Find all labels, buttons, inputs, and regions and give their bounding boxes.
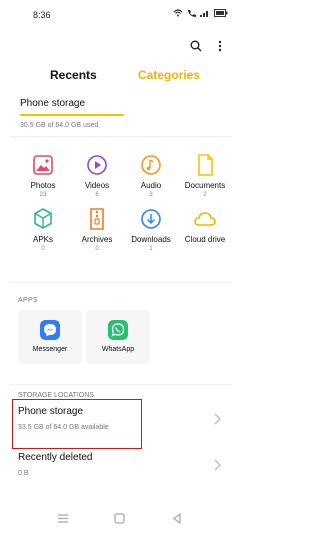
category-downloads[interactable]: Downloads 1 — [126, 206, 176, 252]
category-label: Videos — [84, 181, 110, 190]
location-subtitle: 0 B — [18, 470, 29, 477]
wifi-icon — [173, 9, 183, 17]
signal-icon — [200, 11, 208, 17]
app-label: WhatsApp — [101, 346, 135, 353]
cloud-icon — [194, 212, 216, 226]
archives-icon — [90, 208, 104, 230]
app-label: Messenger — [32, 346, 68, 353]
search-icon[interactable] — [190, 40, 202, 52]
apps-heading: APPS — [18, 297, 38, 304]
navigation-bar — [58, 512, 181, 525]
category-archives[interactable]: Archives 0 — [72, 206, 122, 252]
category-label: Archives — [81, 235, 113, 244]
category-count: 0 — [95, 246, 99, 252]
storage-usage-text: 30.5 GB of 64.0 GB used — [20, 122, 99, 129]
top-actions — [190, 40, 222, 52]
clock: 8:36 — [33, 10, 51, 20]
category-audio[interactable]: Audio 3 — [126, 152, 176, 198]
audio-icon — [141, 155, 161, 175]
documents-icon — [198, 154, 213, 176]
category-videos[interactable]: Videos 6 — [72, 152, 122, 198]
category-label: Audio — [140, 181, 162, 190]
more-options-icon[interactable] — [218, 40, 222, 52]
category-grid: Photos 23 Videos 6 Audio 3 Documents 2 A… — [10, 152, 232, 252]
menu-icon[interactable] — [58, 514, 68, 523]
call-icon — [188, 10, 196, 17]
divider — [10, 136, 232, 137]
category-label: Cloud drive — [184, 235, 226, 244]
category-count: 6 — [95, 192, 99, 198]
divider — [10, 282, 232, 283]
highlight-box — [12, 399, 142, 449]
category-count: 3 — [149, 192, 153, 198]
category-label: Documents — [184, 181, 226, 190]
category-count: 1 — [149, 246, 153, 252]
category-cloud-drive[interactable]: Cloud drive — [180, 206, 230, 246]
location-recently-deleted[interactable]: Recently deleted 0 B — [10, 444, 232, 490]
chevron-right-icon — [214, 413, 221, 425]
photos-icon — [33, 155, 53, 175]
category-count: 2 — [203, 192, 207, 198]
category-photos[interactable]: Photos 23 — [18, 152, 68, 198]
category-label: Downloads — [131, 235, 171, 244]
home-icon[interactable] — [114, 513, 125, 524]
app-whatsapp[interactable]: WhatsApp — [86, 310, 150, 364]
back-icon[interactable] — [172, 512, 181, 525]
category-apks[interactable]: APKs 0 — [18, 206, 68, 252]
divider — [10, 384, 232, 385]
tab-recents[interactable]: Recents — [50, 68, 97, 82]
messenger-icon — [40, 320, 60, 340]
category-label: Photos — [30, 181, 56, 190]
whatsapp-icon — [108, 320, 128, 340]
downloads-icon — [141, 209, 161, 229]
category-label: APKs — [32, 235, 53, 244]
tab-categories[interactable]: Categories — [138, 68, 200, 82]
status-icons — [173, 9, 228, 17]
battery-icon — [214, 9, 228, 17]
status-bar: 8:36 — [0, 0, 240, 30]
category-count: 23 — [39, 192, 47, 198]
chevron-right-icon — [214, 459, 221, 471]
storage-usage-bar — [20, 114, 124, 116]
location-title: Recently deleted — [18, 452, 93, 463]
tab-bar: Recents Categories — [0, 68, 240, 92]
category-count: 0 — [41, 246, 45, 252]
videos-icon — [87, 155, 107, 175]
category-documents[interactable]: Documents 2 — [180, 152, 230, 198]
storage-title[interactable]: Phone storage — [20, 98, 85, 109]
app-messenger[interactable]: Messenger — [18, 310, 82, 364]
apk-icon — [34, 208, 52, 229]
